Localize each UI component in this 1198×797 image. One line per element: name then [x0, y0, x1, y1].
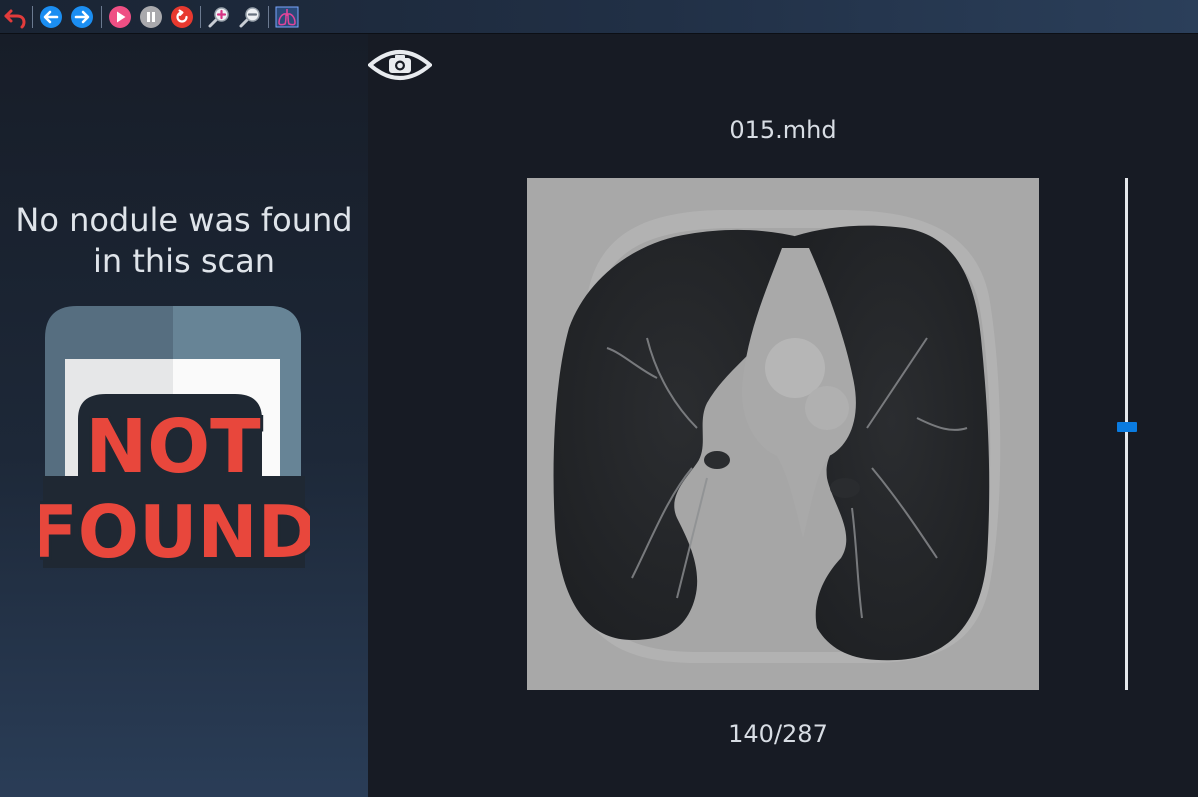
found-label: FOUND: [40, 490, 310, 568]
toolbar-separator: [268, 6, 269, 28]
result-panel: No nodule was found in this scan NOT FOU…: [0, 34, 368, 797]
slider-track[interactable]: [1125, 178, 1128, 690]
zoom-in-icon: [208, 7, 229, 28]
viewer-panel: 015.mhd 140/287: [368, 34, 1198, 797]
forward-button[interactable]: [70, 5, 94, 29]
not-label: NOT: [85, 404, 261, 490]
pause-icon: [140, 6, 162, 28]
play-icon: [109, 6, 131, 28]
zoom-out-icon: [239, 7, 260, 28]
ct-scan-image: [527, 178, 1039, 690]
slider-thumb[interactable]: [1117, 422, 1137, 432]
toolbar: [0, 0, 1198, 34]
not-found-illustration: NOT FOUND: [40, 306, 310, 568]
undo-arrow-icon: [4, 9, 26, 29]
arrow-left-icon: [40, 6, 62, 28]
pause-button[interactable]: [139, 5, 163, 29]
reset-button[interactable]: [170, 5, 194, 29]
eye-icon: [368, 50, 432, 80]
refresh-icon: [171, 6, 193, 28]
back-button[interactable]: [39, 5, 63, 29]
zoom-out-button[interactable]: [238, 5, 262, 29]
toolbar-separator: [200, 6, 201, 28]
arrow-right-icon: [71, 6, 93, 28]
no-nodule-message: No nodule was found in this scan: [15, 201, 353, 280]
toggle-view-button[interactable]: [368, 42, 432, 88]
slice-counter: 140/287: [728, 720, 828, 748]
toolbar-separator: [101, 6, 102, 28]
scan-filename: 015.mhd: [729, 116, 837, 144]
play-button[interactable]: [108, 5, 132, 29]
toolbar-separator: [32, 6, 33, 28]
zoom-in-button[interactable]: [207, 5, 231, 29]
undo-button[interactable]: [3, 5, 27, 29]
lungs-button[interactable]: [275, 5, 299, 29]
lungs-icon: [275, 6, 299, 28]
slice-slider[interactable]: [1113, 178, 1141, 690]
